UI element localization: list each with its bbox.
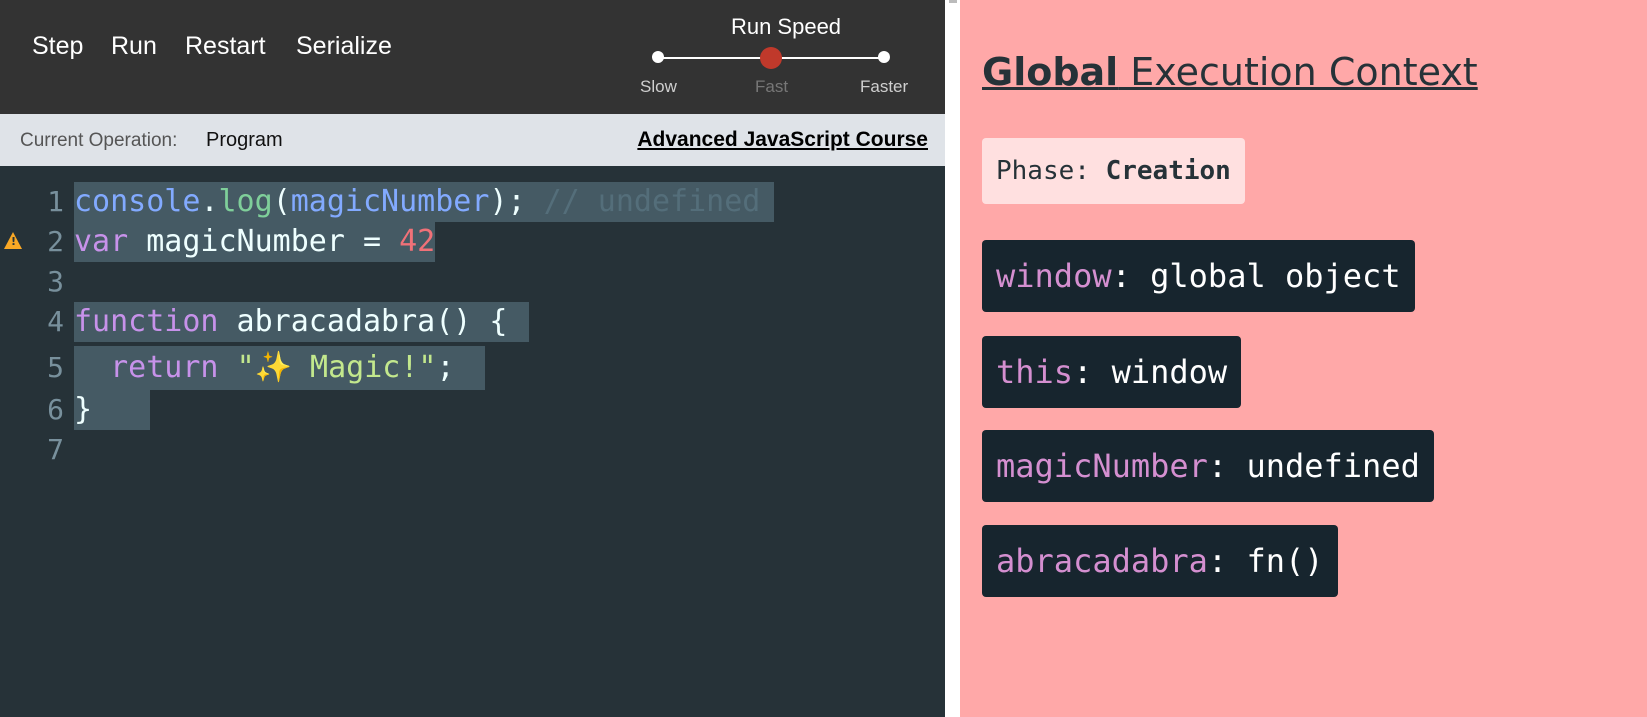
- line-number: 4: [47, 305, 64, 338]
- pane-divider[interactable]: [945, 0, 960, 717]
- variable-window: window: global object: [982, 240, 1415, 312]
- line-number: 1: [47, 185, 64, 218]
- run-speed-slider-knob[interactable]: [760, 47, 782, 69]
- variable-this: this: window: [982, 336, 1242, 408]
- code-line: 3: [0, 262, 945, 302]
- variable-value: : window: [1073, 353, 1228, 391]
- code-editor[interactable]: 1 console.log(magicNumber); // undefined…: [0, 166, 945, 717]
- divider-handle[interactable]: [949, 0, 957, 3]
- variable-key: window: [996, 257, 1112, 295]
- context-title-rest: Execution Context: [1118, 50, 1478, 94]
- code-line: ! 2 var magicNumber = 42: [0, 222, 945, 262]
- line-number: 2: [47, 225, 64, 258]
- execution-context-title: Global Execution Context: [982, 50, 1478, 94]
- current-operation-label: Current Operation:: [20, 130, 178, 151]
- slider-stop-slow[interactable]: [652, 51, 664, 63]
- phase-badge: Phase: Creation: [982, 138, 1245, 204]
- execution-context-pane: Global Execution Context Phase: Creation…: [960, 0, 1647, 717]
- variable-key: magicNumber: [996, 447, 1208, 485]
- line-number: 7: [47, 433, 64, 466]
- step-button[interactable]: Step: [32, 32, 83, 61]
- variable-value: : global object: [1111, 257, 1401, 295]
- variable-magicnumber: magicNumber: undefined: [982, 430, 1434, 502]
- code-line: 6 }: [0, 390, 945, 430]
- phase-label: Phase:: [996, 156, 1090, 186]
- code-line-text: console.log(magicNumber); // undefined: [74, 182, 775, 222]
- run-button[interactable]: Run: [111, 32, 157, 61]
- line-number: 3: [47, 265, 64, 298]
- phase-value: Creation: [1105, 156, 1231, 186]
- run-speed-title: Run Speed: [730, 14, 842, 39]
- serialize-button[interactable]: Serialize: [296, 32, 392, 61]
- line-number: 5: [47, 351, 64, 384]
- code-line-text: var magicNumber = 42: [74, 222, 436, 262]
- code-line: 4 function abracadabra() {: [0, 302, 945, 342]
- code-line: 7: [0, 430, 945, 470]
- operation-bar: Current Operation: Program Advanced Java…: [0, 114, 945, 166]
- code-line: 5 return "✨ Magic!";: [0, 346, 945, 390]
- variable-value: : fn(): [1207, 542, 1324, 580]
- code-pane: Step Run Restart Serialize Run Speed Slo…: [0, 0, 945, 717]
- restart-button[interactable]: Restart: [185, 32, 266, 61]
- context-title-bold: Global: [982, 50, 1119, 94]
- code-line-text: }: [74, 390, 151, 430]
- variable-key: this: [996, 353, 1074, 391]
- course-link[interactable]: Advanced JavaScript Course: [637, 128, 928, 152]
- speed-label-faster: Faster: [860, 77, 909, 96]
- variable-abracadabra: abracadabra: fn(): [982, 525, 1338, 597]
- code-line-text: function abracadabra() {: [74, 302, 530, 342]
- toolbar: Step Run Restart Serialize Run Speed Slo…: [0, 0, 945, 114]
- line-number: 6: [47, 393, 64, 426]
- code-line: 1 console.log(magicNumber); // undefined: [0, 182, 945, 222]
- speed-label-slow: Slow: [640, 77, 677, 96]
- variable-value: : undefined: [1207, 447, 1420, 485]
- slider-stop-faster[interactable]: [878, 51, 890, 63]
- code-line-text: return "✨ Magic!";: [74, 346, 485, 390]
- variable-key: abracadabra: [996, 542, 1208, 580]
- current-operation-value: Program: [206, 129, 283, 151]
- speed-label-fast: Fast: [755, 77, 789, 96]
